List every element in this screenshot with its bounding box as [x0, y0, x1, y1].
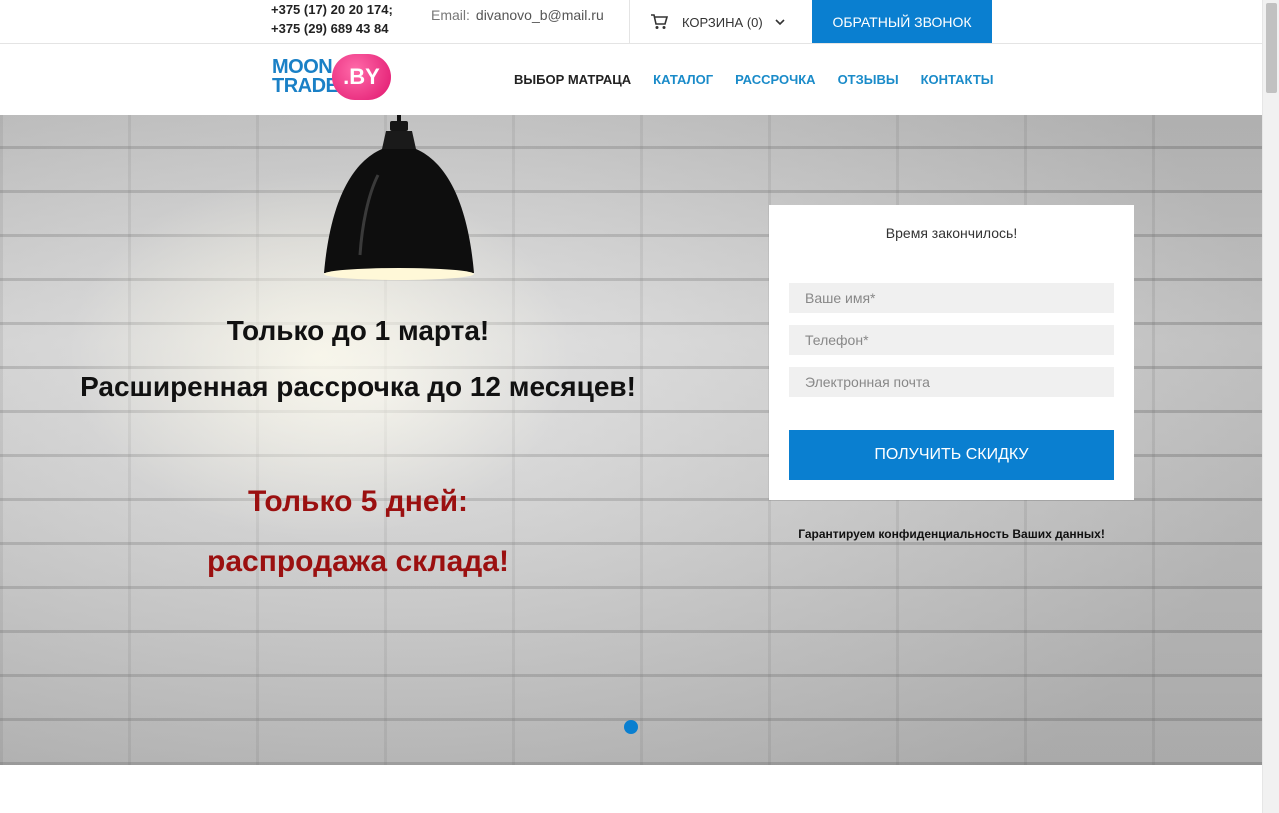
logo-badge: .BY [332, 54, 391, 100]
scrollbar-thumb[interactable] [1266, 3, 1277, 93]
nav-item-installment[interactable]: РАССРОЧКА [735, 72, 815, 87]
nav-item-mattress-choice[interactable]: ВЫБОР МАТРАЦА [514, 72, 631, 87]
logo-word-2: TRADE [272, 75, 339, 97]
countdown-status: Время закончилось! [885, 225, 1018, 241]
cart-icon [651, 14, 668, 29]
cart-label: КОРЗИНА [682, 14, 744, 30]
email-input[interactable] [789, 367, 1114, 397]
main-navbar: MOON TRADE .BY ВЫБОР МАТРАЦА КАТАЛОГ РАС… [0, 44, 1262, 115]
top-bar: +375 (17) 20 20 174; +375 (29) 689 43 84… [0, 0, 1262, 44]
nav-item-catalog[interactable]: КАТАЛОГ [653, 72, 713, 87]
main-menu: ВЫБОР МАТРАЦА КАТАЛОГ РАССРОЧКА ОТЗЫВЫ К… [514, 72, 1015, 87]
chevron-down-icon [775, 19, 785, 26]
lamp-image [324, 115, 474, 280]
site-logo[interactable]: MOON TRADE .BY [272, 54, 394, 104]
page-scrollbar[interactable] [1262, 0, 1279, 813]
privacy-note: Гарантируем конфиденциальность Ваших дан… [798, 527, 1105, 541]
nav-item-reviews[interactable]: ОТЗЫВЫ [838, 72, 899, 87]
phone-numbers: +375 (17) 20 20 174; +375 (29) 689 43 84 [271, 0, 393, 38]
phone-input[interactable] [789, 325, 1114, 355]
promo-sale: распродажа склада! [207, 545, 509, 578]
email-label: Email: [431, 7, 470, 23]
page: +375 (17) 20 20 174; +375 (29) 689 43 84… [0, 0, 1279, 813]
email-link[interactable]: divanovo_b@mail.ru [476, 7, 604, 23]
callback-button[interactable]: ОБРАТНЫЙ ЗВОНОК [812, 0, 992, 43]
email-contact: Email: divanovo_b@mail.ru [431, 7, 604, 23]
hero-banner: Только до 1 марта! Расширенная рассрочка… [0, 115, 1262, 765]
cart-count: (0) [746, 14, 763, 30]
phone-2[interactable]: +375 (29) 689 43 84 [271, 19, 393, 38]
discount-form: Время закончилось! ПОЛУЧИТЬ СКИДКУ [769, 205, 1134, 500]
get-discount-button[interactable]: ПОЛУЧИТЬ СКИДКУ [789, 430, 1114, 480]
promo-deadline: Только до 1 марта! [226, 315, 490, 346]
phone-1[interactable]: +375 (17) 20 20 174; [271, 0, 393, 19]
promo-days: Только 5 дней: [247, 485, 469, 518]
slider-dot[interactable] [624, 720, 638, 734]
cart-button[interactable]: КОРЗИНА (0) [629, 0, 810, 44]
name-input[interactable] [789, 283, 1114, 313]
nav-item-contacts[interactable]: КОНТАКТЫ [921, 72, 994, 87]
promo-installment: Расширенная рассрочка до 12 месяцев! [80, 371, 636, 402]
logo-word-1: MOON [272, 56, 333, 78]
